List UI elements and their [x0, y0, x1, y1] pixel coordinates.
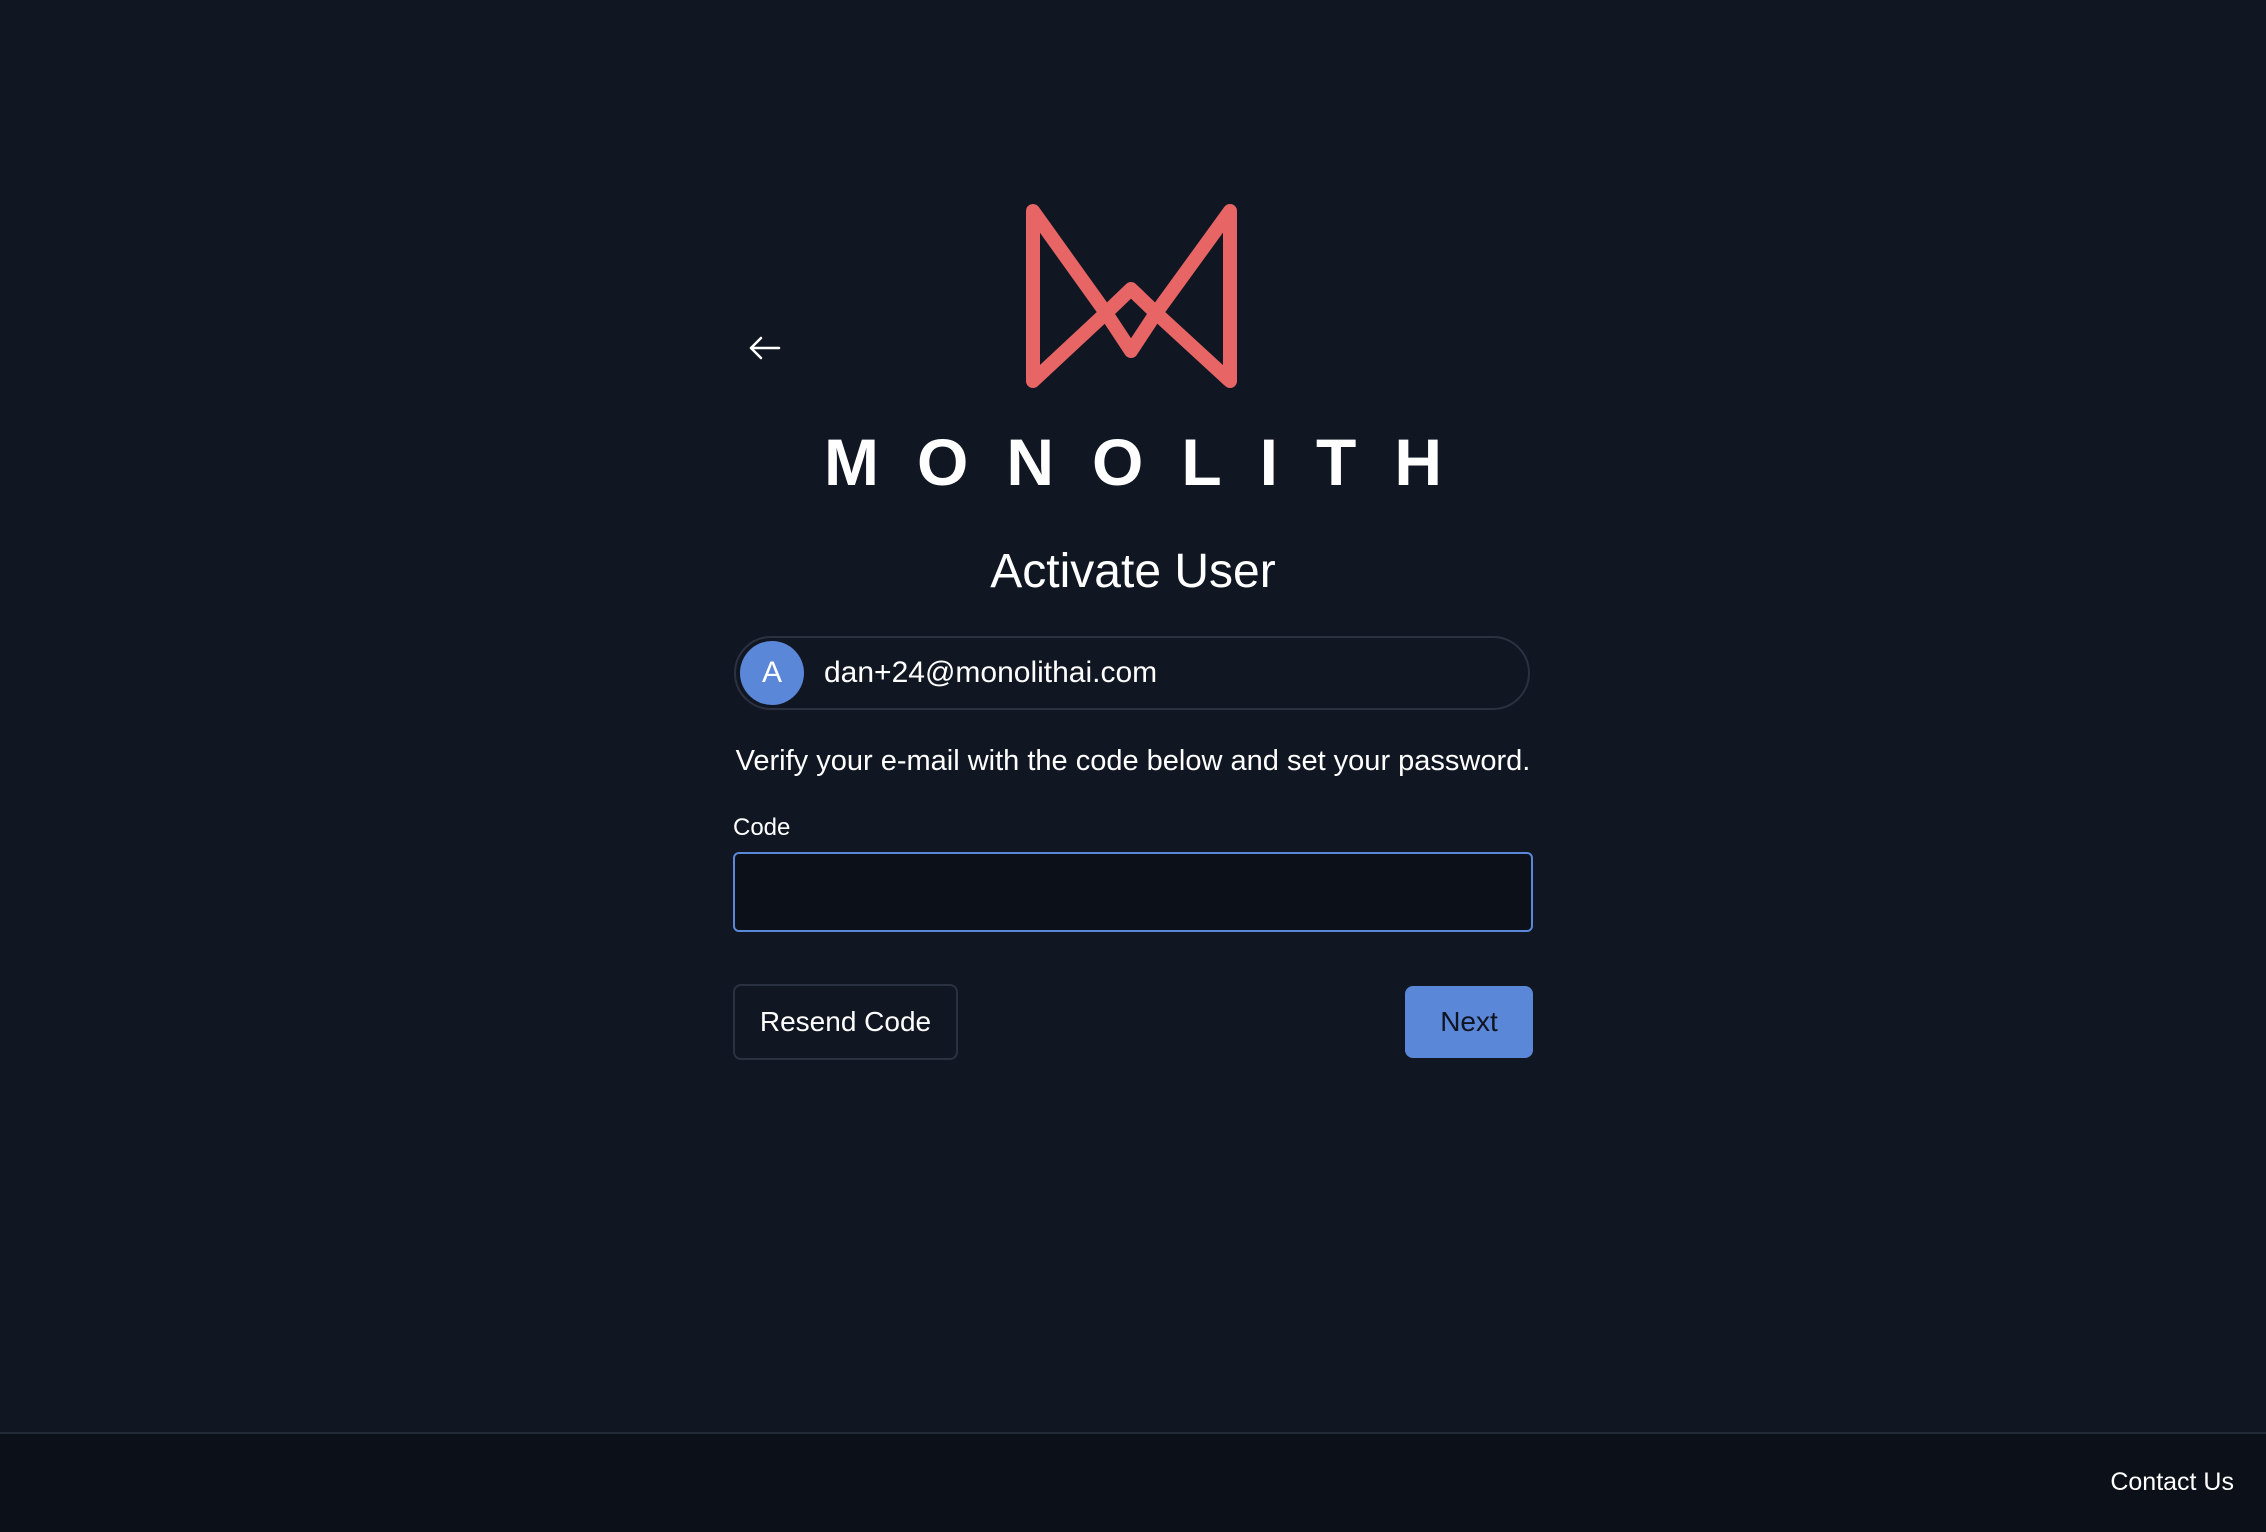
account-email: dan+24@monolithai.com: [824, 656, 1158, 689]
next-button[interactable]: Next: [1405, 986, 1533, 1058]
account-pill: A dan+24@monolithai.com: [734, 636, 1530, 710]
code-input[interactable]: [733, 852, 1533, 932]
monolith-logo-icon: [1024, 203, 1239, 391]
code-label: Code: [733, 814, 791, 841]
page-title: Activate User: [990, 545, 1276, 598]
arrow-left-icon: [749, 336, 781, 365]
footer: Contact Us: [0, 1432, 2266, 1532]
instruction-text: Verify your e-mail with the code below a…: [735, 745, 1531, 777]
contact-us-link[interactable]: Contact Us: [2110, 1468, 2234, 1497]
back-button[interactable]: [741, 332, 789, 368]
resend-code-button[interactable]: Resend Code: [733, 984, 958, 1060]
avatar: A: [740, 641, 804, 705]
brand-wordmark: MONOLITH: [824, 425, 1480, 499]
main-content: MONOLITH Activate User A dan+24@monolith…: [0, 0, 2266, 1432]
page: MONOLITH Activate User A dan+24@monolith…: [0, 0, 2266, 1532]
